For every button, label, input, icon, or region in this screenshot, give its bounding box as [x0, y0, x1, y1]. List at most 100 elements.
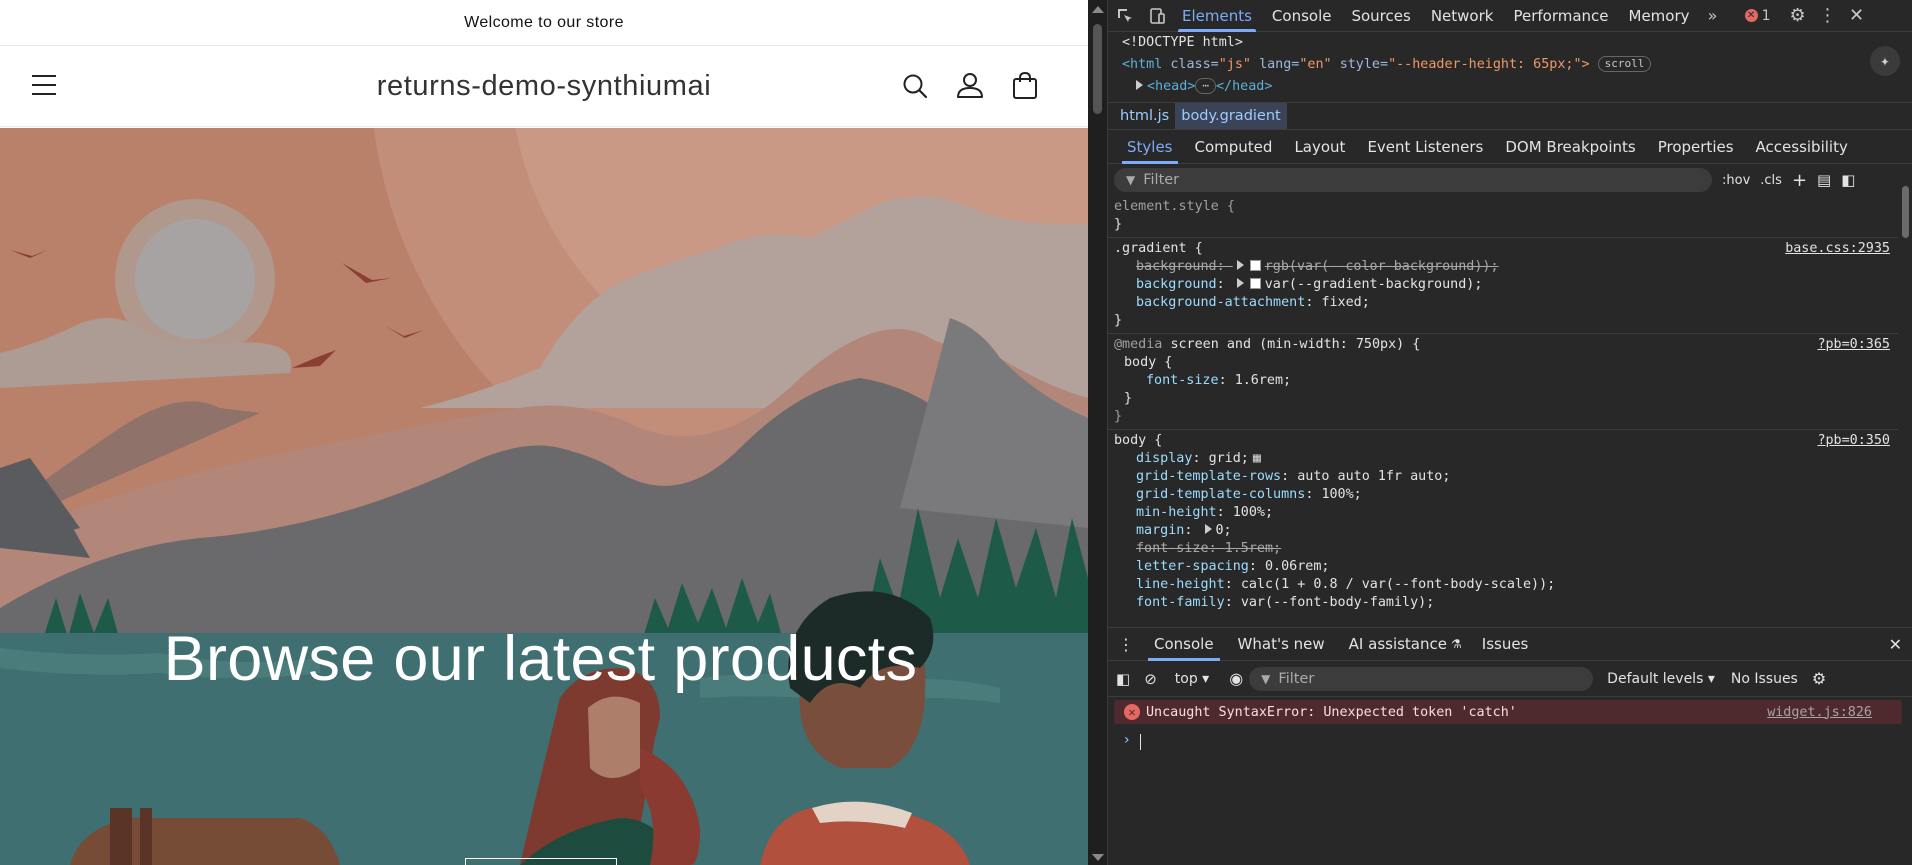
drawer-tab-issues[interactable]: Issues — [1470, 627, 1541, 661]
dom-html-node[interactable]: <html class="js" lang="en" style="--head… — [1108, 54, 1912, 76]
tab-sources[interactable]: Sources — [1341, 0, 1420, 32]
hov-button[interactable]: :hov — [1722, 173, 1750, 188]
tab-elements[interactable]: Elements — [1172, 0, 1262, 32]
subtab-properties[interactable]: Properties — [1647, 130, 1745, 164]
body-prop-min-height[interactable]: min-height: 100%; — [1114, 504, 1898, 522]
clear-console-icon[interactable]: ⊘ — [1144, 670, 1157, 688]
color-swatch[interactable] — [1249, 278, 1261, 289]
accessibility-icon[interactable]: ✦ — [1870, 46, 1900, 76]
console-settings-gear-icon[interactable]: ⚙ — [1812, 669, 1826, 688]
live-expression-eye-icon[interactable]: ◉ — [1229, 669, 1243, 688]
issues-counter[interactable]: No Issues — [1731, 671, 1798, 687]
breadcrumb-body[interactable]: body.gradient — [1175, 103, 1287, 129]
console-filter-input[interactable]: ▼ Filter — [1249, 666, 1594, 691]
ellipsis-badge[interactable]: ⋯ — [1195, 78, 1216, 94]
styles-scrollbar-thumb[interactable] — [1902, 186, 1909, 238]
settings-gear-icon[interactable]: ⚙ — [1782, 0, 1814, 32]
body-prop-line-height[interactable]: line-height: calc(1 + 0.8 / var(--font-b… — [1114, 576, 1898, 594]
toggle-sidebar-icon[interactable]: ◧ — [1841, 171, 1855, 189]
gradient-source-link[interactable]: base.css:2935 — [1785, 240, 1890, 258]
color-swatch[interactable] — [1249, 260, 1261, 271]
account-icon[interactable] — [952, 68, 988, 104]
gradient-prop-1[interactable]: background: rgb(var(--color-background))… — [1114, 258, 1898, 276]
gradient-prop-2[interactable]: background: var(--gradient-background); — [1114, 276, 1898, 294]
breadcrumb-html[interactable]: html.js — [1114, 103, 1175, 129]
gradient-prop-3[interactable]: background-attachment: fixed; — [1114, 294, 1898, 312]
context-selector[interactable]: top ▾ — [1175, 671, 1209, 687]
body-prop-font-size[interactable]: font-size: 1.5rem; — [1114, 540, 1898, 558]
media-source-link[interactable]: ?pb=0:365 — [1817, 336, 1890, 354]
subtab-accessibility[interactable]: Accessibility — [1745, 130, 1859, 164]
expand-triangle-icon[interactable] — [1136, 80, 1143, 90]
rule-gradient: .gradient { base.css:2935 background: rgb… — [1108, 238, 1898, 334]
dom-head-node[interactable]: <head> ⋯ </head> — [1108, 76, 1912, 98]
log-levels-dropdown[interactable]: Default levels ▾ — [1607, 671, 1715, 687]
add-rule-icon[interactable]: + — [1792, 170, 1807, 191]
subtab-styles[interactable]: Styles — [1116, 130, 1184, 164]
more-tabs-icon[interactable]: » — [1700, 0, 1726, 32]
more-options-icon[interactable]: ⋮ — [1814, 0, 1842, 32]
console-sidebar-icon[interactable]: ◧ — [1116, 670, 1130, 688]
scroll-up-arrow-icon[interactable] — [1092, 6, 1104, 13]
grid-editor-icon[interactable]: ▦ — [1253, 451, 1261, 466]
body-prop-font-family[interactable]: font-family: var(--font-body-family); — [1114, 594, 1898, 612]
body-source-link[interactable]: ?pb=0:350 — [1817, 432, 1890, 450]
subtab-computed[interactable]: Computed — [1184, 130, 1284, 164]
console-error-message[interactable]: ✕ Uncaught SyntaxError: Unexpected token… — [1114, 700, 1902, 724]
styles-filter-input[interactable]: ▼ Filter — [1114, 168, 1712, 192]
tab-memory[interactable]: Memory — [1619, 0, 1700, 32]
hero-headline: Browse our latest products — [163, 624, 918, 694]
page-scrollbar[interactable] — [1088, 0, 1108, 865]
breadcrumb: html.js body.gradient — [1108, 102, 1912, 130]
prop-value: grid; — [1208, 451, 1249, 466]
expand-triangle-icon[interactable] — [1236, 260, 1244, 270]
prop-name: grid-template-rows — [1136, 469, 1282, 484]
search-icon[interactable] — [897, 68, 933, 104]
console-input-caret[interactable] — [1140, 734, 1141, 750]
hero-cta-button[interactable] — [465, 858, 617, 865]
prop-name: line-height — [1136, 577, 1225, 592]
body-prop-columns[interactable]: grid-template-columns: 100%; — [1114, 486, 1898, 504]
expand-triangle-icon[interactable] — [1236, 278, 1244, 288]
drawer-tab-console[interactable]: Console — [1142, 627, 1226, 661]
menu-icon[interactable] — [32, 75, 56, 97]
body-selector: body { — [1114, 433, 1163, 448]
expand-triangle-icon[interactable] — [1204, 524, 1212, 534]
log-levels-label: Default levels — [1607, 670, 1704, 687]
tab-performance[interactable]: Performance — [1503, 0, 1618, 32]
rule-close: } — [1114, 217, 1123, 232]
subtab-layout[interactable]: Layout — [1283, 130, 1356, 164]
body-prop-rows[interactable]: grid-template-rows: auto auto 1fr auto; — [1114, 468, 1898, 486]
gradient-selector: .gradient { — [1114, 241, 1203, 256]
media-prop-1[interactable]: font-size: 1.6rem; — [1114, 372, 1898, 390]
subtab-dom-breakpoints[interactable]: DOM Breakpoints — [1494, 130, 1646, 164]
page-scrollbar-thumb[interactable] — [1093, 24, 1102, 114]
scroll-down-arrow-icon[interactable] — [1092, 854, 1104, 861]
cart-icon[interactable] — [1007, 68, 1043, 104]
error-counter[interactable]: ✕ 1 — [1734, 0, 1782, 32]
subtab-event-listeners[interactable]: Event Listeners — [1356, 130, 1494, 164]
drawer-menu-icon[interactable]: ⋮ — [1108, 635, 1142, 654]
drawer-tab-whats-new[interactable]: What's new — [1226, 627, 1337, 661]
html-tag: <html — [1122, 57, 1163, 72]
body-prop-display[interactable]: display: grid; ▦ — [1114, 450, 1898, 468]
body-prop-margin[interactable]: margin: 0; — [1114, 522, 1898, 540]
close-drawer-icon[interactable]: ✕ — [1889, 635, 1902, 654]
error-source-link[interactable]: widget.js:826 — [1767, 705, 1872, 720]
tab-console[interactable]: Console — [1262, 0, 1342, 32]
device-toolbar-icon[interactable] — [1142, 0, 1172, 32]
media-query: screen and (min-width: 750px) { — [1170, 337, 1421, 352]
paint-brush-icon[interactable]: ▤ — [1817, 171, 1831, 189]
rule-media: @media screen and (min-width: 750px) {?p… — [1108, 334, 1898, 430]
prop-value: 100%; — [1321, 487, 1362, 502]
scroll-badge[interactable]: scroll — [1597, 56, 1652, 72]
error-icon: ✕ — [1744, 9, 1758, 22]
drawer-tab-ai-assistance[interactable]: AI assistance — [1337, 627, 1459, 661]
styles-scrollbar[interactable] — [1898, 164, 1912, 626]
cls-button[interactable]: .cls — [1760, 173, 1782, 188]
tab-network[interactable]: Network — [1421, 0, 1504, 32]
body-prop-letter-spacing[interactable]: letter-spacing: 0.06rem; — [1114, 558, 1898, 576]
close-devtools-icon[interactable]: ✕ — [1842, 0, 1872, 32]
inspect-element-icon[interactable] — [1108, 0, 1142, 32]
console-toolbar: ◧ ⊘ top ▾ ◉ ▼ Filter Default levels ▾ No… — [1108, 661, 1912, 697]
